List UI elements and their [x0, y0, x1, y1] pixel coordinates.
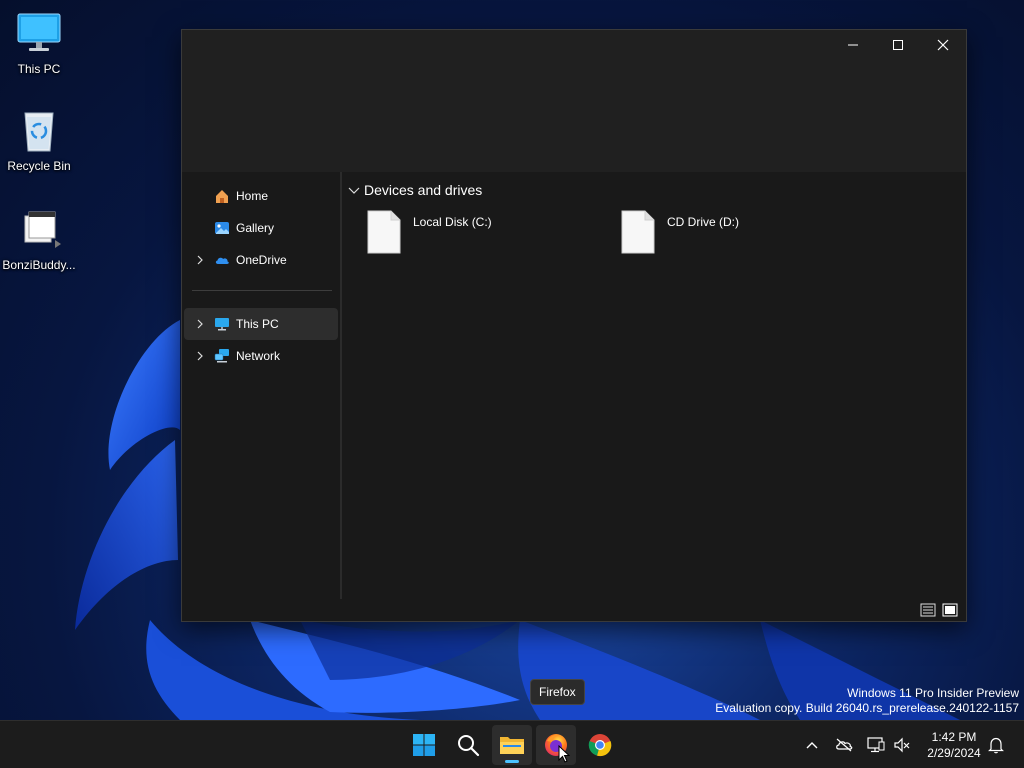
file-explorer-window: Home Gallery OneDrive This PC Network De… — [181, 29, 967, 622]
chrome-taskbar-button[interactable] — [580, 725, 620, 765]
network-tray-button[interactable] — [866, 735, 886, 755]
file-explorer-taskbar-button[interactable] — [492, 725, 532, 765]
home-icon — [214, 188, 230, 204]
chevron-up-icon — [806, 742, 818, 749]
details-view-button[interactable] — [920, 602, 936, 618]
nav-item-gallery[interactable]: Gallery — [184, 212, 338, 244]
mouse-cursor-icon — [558, 745, 570, 763]
network-wired-icon — [867, 737, 885, 753]
watermark-line-2: Evaluation copy. Build 26040.rs_prerelea… — [715, 701, 1019, 715]
nav-item-network[interactable]: Network — [184, 340, 338, 372]
minimize-button[interactable] — [830, 30, 876, 60]
nav-item-label: This PC — [236, 317, 279, 331]
content-pane: Devices and drives Local Disk (C:) CD Dr… — [342, 172, 966, 600]
chevron-down-icon[interactable] — [348, 185, 360, 195]
gallery-icon — [214, 220, 230, 236]
nav-item-this-pc[interactable]: This PC — [184, 308, 338, 340]
chevron-right-icon[interactable] — [190, 351, 210, 361]
desktop-icon-this-pc[interactable]: This PC — [0, 10, 79, 76]
file-icon — [367, 210, 401, 254]
desktop-icon-recycle-bin[interactable]: Recycle Bin — [0, 107, 79, 173]
volume-muted-icon — [894, 737, 910, 753]
navigation-pane: Home Gallery OneDrive This PC Network — [182, 172, 342, 600]
search-button[interactable] — [448, 725, 488, 765]
clock-time: 1:42 PM — [931, 730, 977, 744]
onedrive-offline-icon — [836, 738, 853, 752]
watermark-line-1: Windows 11 Pro Insider Preview — [847, 686, 1019, 700]
maximize-button[interactable] — [875, 30, 921, 60]
taskbar-clock[interactable]: 1:42 PM 2/29/2024 — [922, 729, 986, 761]
search-icon — [458, 735, 480, 757]
shortcut-file-icon — [15, 206, 63, 254]
title-bar[interactable] — [182, 30, 966, 172]
close-button[interactable] — [920, 30, 966, 60]
group-header-devices[interactable]: Devices and drives — [348, 182, 482, 198]
chrome-icon — [588, 734, 612, 757]
bell-icon — [988, 737, 1004, 754]
monitor-icon — [214, 316, 230, 332]
file-icon — [621, 210, 655, 254]
taskbar-tooltip: Firefox — [530, 679, 585, 705]
folder-icon — [500, 737, 524, 754]
nav-item-onedrive[interactable]: OneDrive — [184, 244, 338, 276]
onedrive-cloud-icon — [214, 252, 230, 268]
start-button[interactable] — [404, 725, 444, 765]
minimize-icon — [848, 44, 858, 46]
nav-divider — [192, 290, 332, 291]
nav-item-label: Gallery — [236, 221, 275, 235]
running-indicator — [505, 760, 519, 763]
close-icon — [937, 39, 949, 51]
desktop-icon-label: Recycle Bin — [7, 159, 71, 173]
chevron-right-icon[interactable] — [190, 319, 210, 329]
nav-item-label: Home — [236, 189, 269, 203]
nav-item-label: Network — [236, 349, 281, 363]
taskbar: 1:42 PM 2/29/2024 — [0, 720, 1024, 768]
desktop-icon-bonzibuddy[interactable]: BonziBuddy... — [0, 206, 79, 272]
clock-date: 2/29/2024 — [927, 746, 981, 760]
drive-label: Local Disk (C:) — [413, 215, 492, 229]
large-icons-view-button[interactable] — [942, 602, 958, 618]
onedrive-tray-button[interactable] — [834, 735, 854, 755]
recycle-bin-icon — [15, 107, 63, 155]
desktop-icon-label: BonziBuddy... — [2, 258, 76, 272]
monitor-icon — [15, 10, 63, 58]
evaluation-watermark: Windows 11 Pro Insider Preview Evaluatio… — [715, 686, 1019, 716]
group-title: Devices and drives — [364, 182, 483, 198]
network-icon — [214, 348, 230, 364]
show-hidden-icons-button[interactable] — [802, 735, 822, 755]
desktop-icon-label: This PC — [17, 62, 61, 76]
volume-tray-button[interactable] — [892, 735, 912, 755]
nav-item-label: OneDrive — [236, 253, 287, 267]
details-view-icon — [920, 603, 936, 617]
maximize-icon — [893, 40, 903, 50]
nav-item-home[interactable]: Home — [184, 180, 338, 212]
chevron-right-icon[interactable] — [190, 255, 210, 265]
firefox-taskbar-button[interactable] — [536, 725, 576, 765]
status-bar — [182, 599, 966, 621]
drive-item-cd-drive[interactable]: CD Drive (D:) — [621, 210, 739, 254]
drive-label: CD Drive (D:) — [667, 215, 739, 229]
windows-logo-icon — [413, 734, 435, 756]
large-icons-view-icon — [942, 603, 958, 617]
drive-item-local-disk[interactable]: Local Disk (C:) — [367, 210, 492, 254]
notifications-button[interactable] — [986, 735, 1006, 755]
